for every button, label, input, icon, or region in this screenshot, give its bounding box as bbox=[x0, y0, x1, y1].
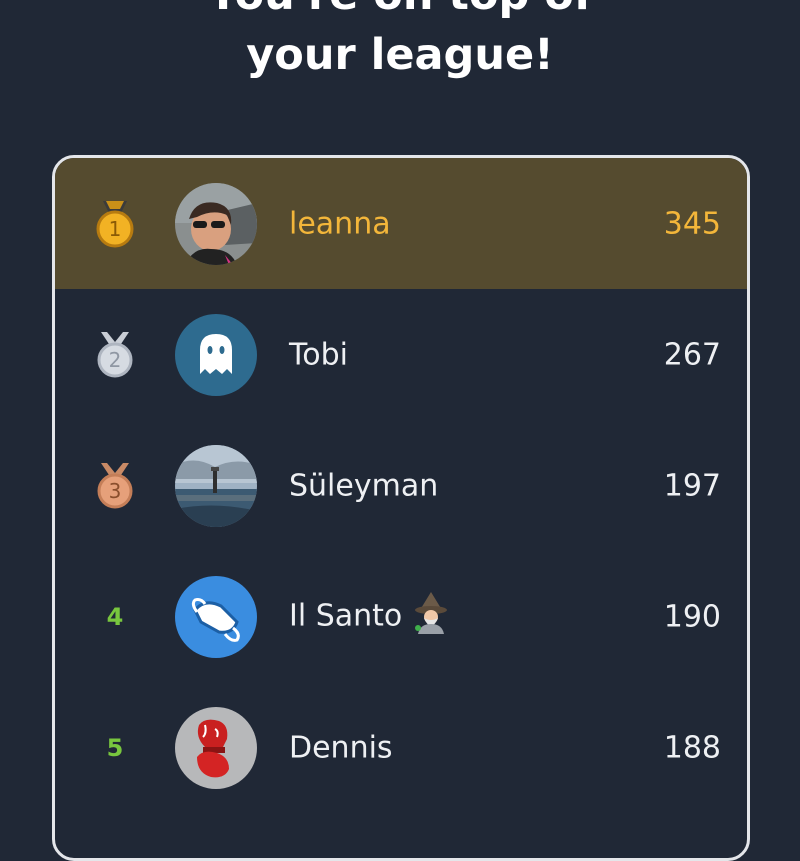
boxing-gloves-avatar[interactable] bbox=[175, 706, 257, 789]
rank-number: 5 bbox=[106, 733, 124, 762]
player-name-text: Il Santo bbox=[289, 598, 403, 633]
harbor-lighthouse-photo-avatar[interactable] bbox=[175, 444, 257, 527]
player-score: 345 bbox=[663, 206, 721, 241]
rank-number: 3 bbox=[108, 478, 122, 503]
player-name: Tobi bbox=[289, 337, 348, 372]
rank-number: 2 bbox=[108, 347, 122, 372]
silver-medal-icon: 2 bbox=[93, 330, 137, 380]
ghost-avatar[interactable] bbox=[175, 313, 257, 396]
rank-number: 1 bbox=[108, 216, 122, 241]
leaderboard-row[interactable]: 2 Tobi 267 bbox=[55, 289, 747, 420]
gold-medal-icon: 1 bbox=[93, 199, 137, 249]
player-name: Dennis bbox=[289, 730, 393, 765]
headline-line-1: You're on top of bbox=[0, 0, 800, 25]
league-leaderboard: 1 leanna 345 2 Tobi 267 3 Süleyman 197 4… bbox=[52, 155, 750, 861]
player-score: 190 bbox=[663, 599, 721, 634]
bronze-medal-icon: 3 bbox=[93, 461, 137, 511]
player-score: 267 bbox=[663, 337, 721, 372]
player-score: 188 bbox=[663, 730, 721, 765]
mage-emoji-icon bbox=[412, 591, 450, 642]
headline-line-2: your league! bbox=[246, 30, 554, 80]
page-headline: You're on top of your league! bbox=[0, 0, 800, 85]
rank-badge: 5 bbox=[93, 723, 137, 773]
user-photo-avatar[interactable] bbox=[175, 182, 257, 265]
rank-badge: 4 bbox=[93, 592, 137, 642]
player-name: Il Santo bbox=[289, 591, 450, 642]
leaderboard-row[interactable]: 4 Il Santo 190 bbox=[55, 551, 747, 682]
rank-number: 4 bbox=[106, 602, 124, 631]
leaderboard-row[interactable]: 3 Süleyman 197 bbox=[55, 420, 747, 551]
player-name: Süleyman bbox=[289, 468, 439, 503]
leaderboard-row-current-user[interactable]: 1 leanna 345 bbox=[55, 158, 747, 289]
face-mask-avatar[interactable] bbox=[175, 575, 257, 658]
player-score: 197 bbox=[663, 468, 721, 503]
leaderboard-row[interactable]: 5 Dennis 188 bbox=[55, 682, 747, 813]
player-name: leanna bbox=[289, 206, 391, 241]
